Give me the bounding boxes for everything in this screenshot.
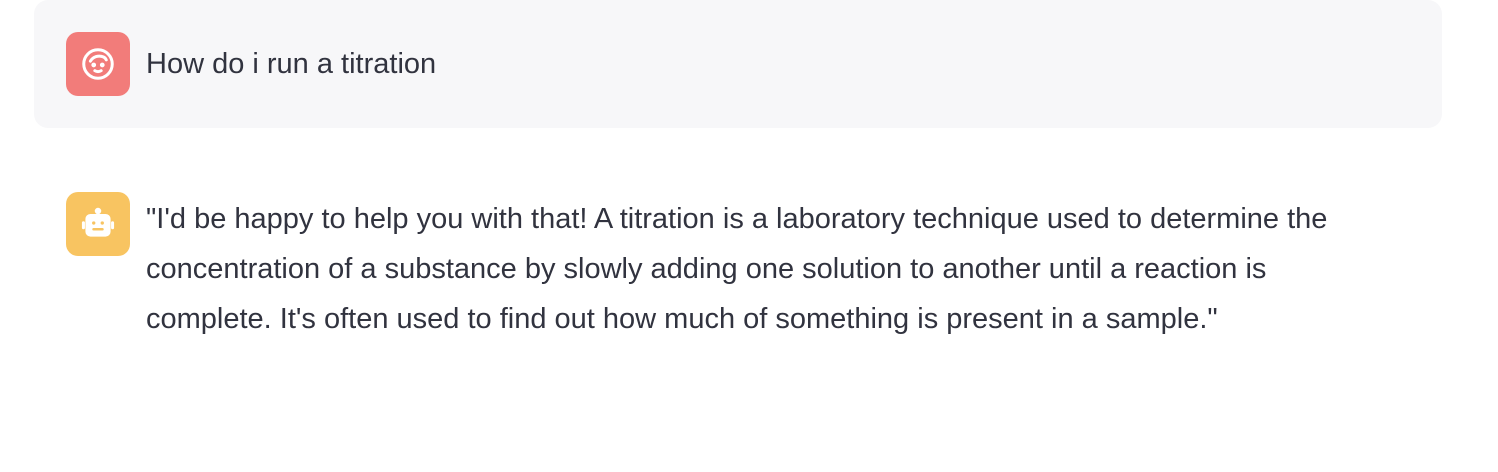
chat-container: How do i run a titration "I'd be happy t… — [0, 0, 1498, 472]
robot-icon — [81, 207, 115, 237]
assistant-avatar — [66, 192, 130, 256]
user-message-text: How do i run a titration — [146, 48, 437, 80]
user-avatar — [66, 32, 130, 96]
user-message: How do i run a titration — [34, 0, 1442, 128]
assistant-message-text: "I'd be happy to help you with that! A t… — [146, 203, 1328, 335]
user-face-icon — [82, 48, 114, 80]
assistant-message: "I'd be happy to help you with that! A t… — [34, 160, 1442, 360]
